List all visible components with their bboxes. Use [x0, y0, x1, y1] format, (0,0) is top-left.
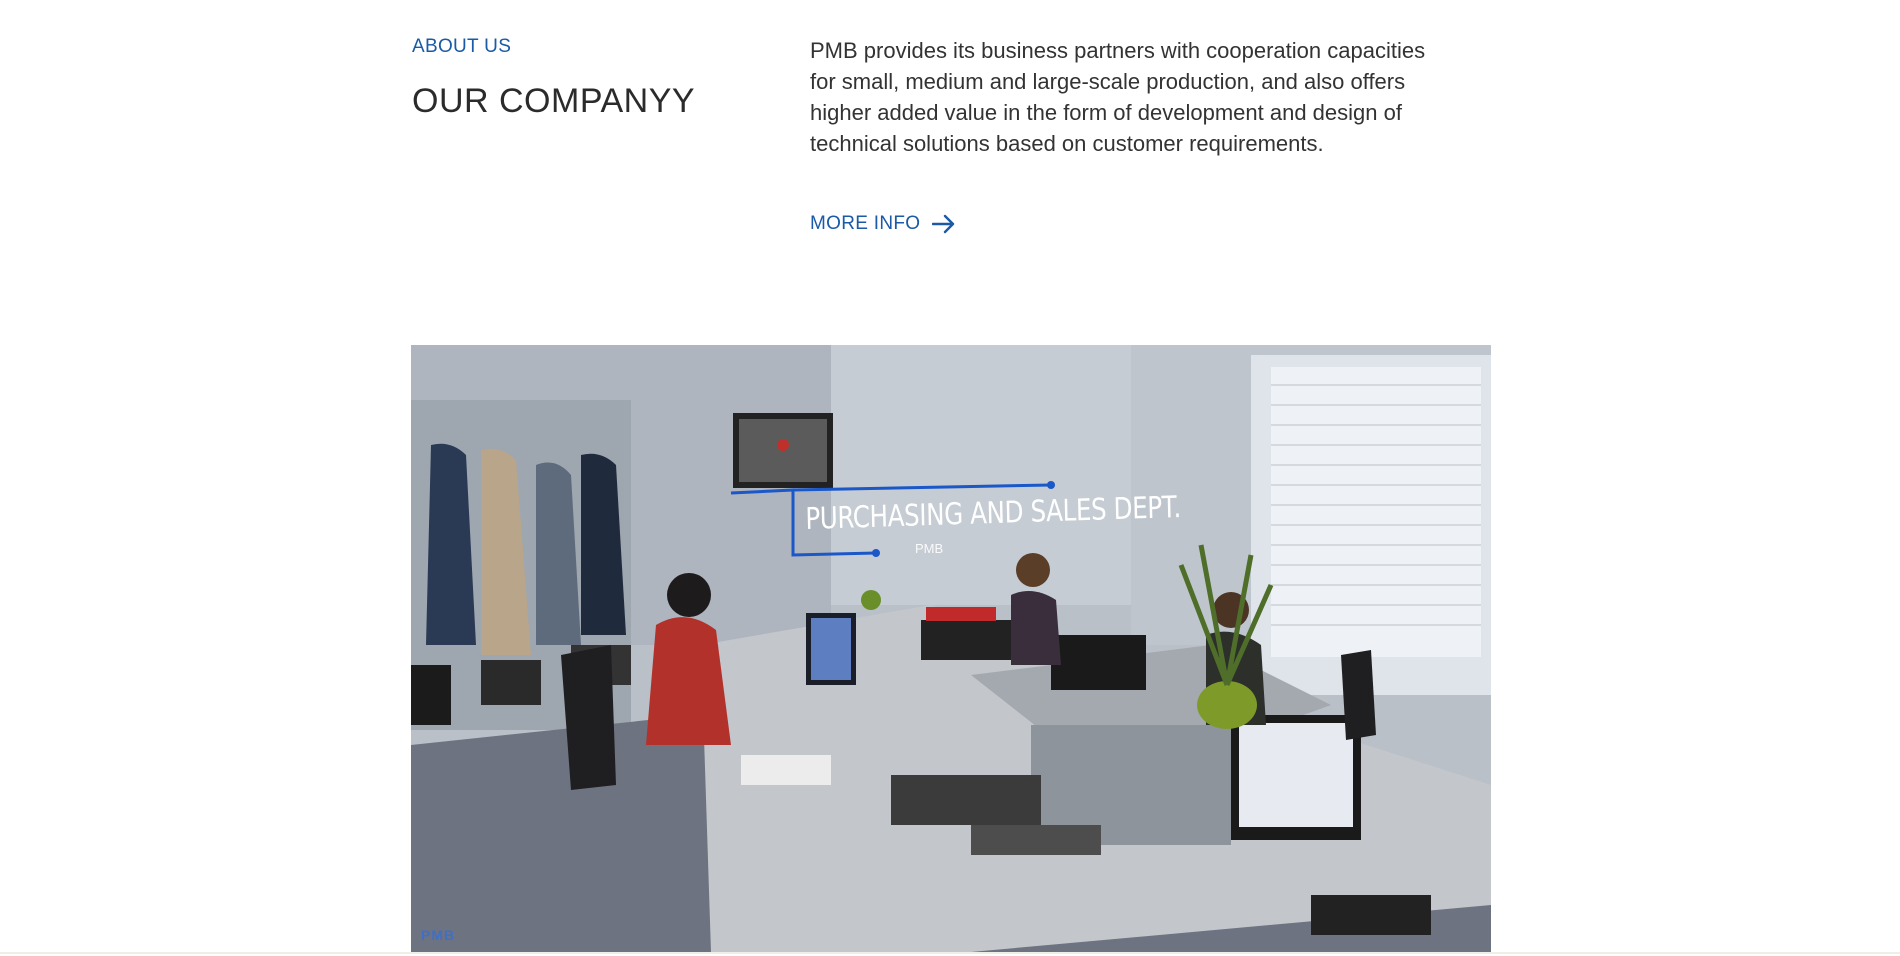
company-video[interactable]: PURCHASING AND SALES DEPT. PMB PMB: [411, 345, 1491, 952]
section-label: ABOUT US: [412, 36, 512, 57]
video-overlay-subtitle: PMB: [915, 541, 944, 556]
company-description: PMB provides its business partners with …: [810, 38, 1426, 156]
arrow-right-icon: [932, 214, 956, 234]
more-info-link[interactable]: MORE INFO: [810, 213, 956, 235]
more-info-label: MORE INFO: [810, 213, 921, 234]
divider: [0, 952, 1900, 954]
section-title: OUR COMPANYY: [412, 82, 696, 120]
page: ABOUT US OUR COMPANYY PMB provides its b…: [0, 0, 1900, 956]
office-scene-image: [411, 345, 1491, 952]
video-watermark-logo: PMB: [421, 927, 456, 943]
